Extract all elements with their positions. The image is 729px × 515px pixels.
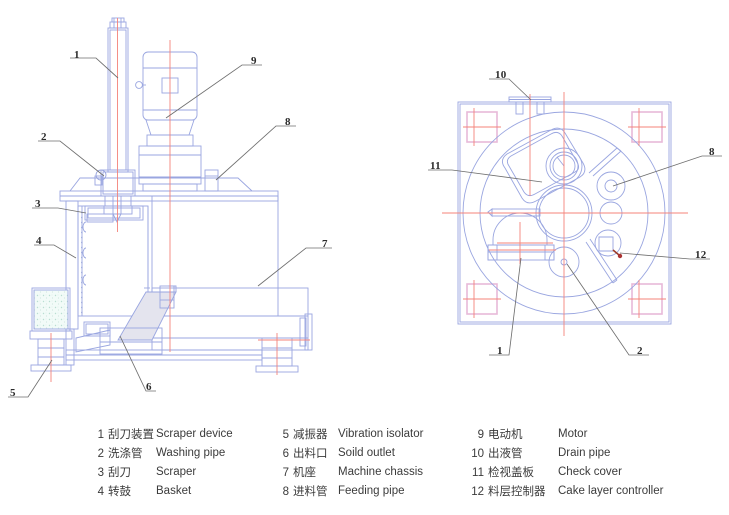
legend-item: 8 进料管 Feeding pipe (273, 482, 405, 501)
legend-label-cn: 减振器 (293, 427, 328, 441)
legend-label-cn: 检视盖板 (488, 465, 534, 479)
callout-5: 5 (10, 387, 16, 399)
legend-number: 11 (472, 467, 484, 479)
legend-label-cn: 料层控制器 (488, 484, 546, 498)
legend-item: 11 检视盖板 Check cover (468, 463, 622, 482)
callout-8: 8 (285, 116, 291, 128)
callout-1-top: 1 (497, 345, 503, 357)
callout-4: 4 (36, 235, 42, 247)
legend-label-en: Drain pipe (558, 447, 611, 459)
callout-9: 9 (251, 55, 257, 67)
callout-12: 12 (695, 249, 707, 261)
side-elevation-view (29, 17, 313, 382)
legend-item: 6 出料口 Soild outlet (273, 444, 395, 463)
legend-col-2: 5 减振器 Vibration isolator 6 出料口 Soild outlet … (273, 425, 424, 501)
leader-lines (8, 57, 722, 398)
legend-label-cn: 机座 (293, 465, 316, 479)
callout-1: 1 (74, 49, 80, 61)
callout-11: 11 (430, 160, 441, 172)
callout-2-top: 2 (637, 345, 643, 357)
legend-item: 2 洗涤管 Washing pipe (88, 444, 226, 463)
callout-7: 7 (322, 238, 328, 250)
plan-top-view (442, 92, 688, 336)
legend-label-cn: 电动机 (488, 427, 523, 441)
callout-3: 3 (35, 198, 41, 210)
legend-label-en: Scraper device (156, 428, 233, 440)
legend-item: 10 出液管 Drain pipe (468, 444, 610, 463)
callout-8-top: 8 (709, 146, 715, 158)
legend-label-cn: 刮刀 (108, 465, 131, 479)
legend-col-1: 1 刮刀装置 Scraper device 2 洗涤管 Washing pipe 3 刮刀… (88, 425, 233, 501)
legend-item: 9 电动机 Motor (468, 425, 588, 444)
legend-number: 2 (97, 448, 104, 460)
legend-label-en: Motor (558, 428, 588, 440)
legend-label-en: Basket (156, 485, 192, 497)
legend-label-cn: 进料管 (293, 484, 328, 498)
legend-item: 3 刮刀 Scraper (88, 463, 197, 482)
legend-item: 4 转鼓 Basket (88, 482, 192, 501)
legend-label-cn: 出料口 (293, 446, 328, 460)
legend-label-en: Vibration isolator (338, 428, 424, 440)
legend-number: 5 (282, 429, 289, 441)
legend-number: 3 (97, 467, 104, 479)
legend-number: 1 (97, 429, 104, 441)
callout-10: 10 (495, 69, 507, 81)
legend-label-en: Feeding pipe (338, 485, 405, 497)
legend-number: 6 (282, 448, 289, 460)
callout-6: 6 (146, 381, 152, 393)
legend-item: 5 减振器 Vibration isolator (273, 425, 424, 444)
legend-number: 7 (282, 467, 289, 479)
legend-label-cn: 出液管 (488, 446, 523, 460)
legend-number: 9 (477, 429, 484, 441)
drawing-canvas: 1 2 3 4 5 6 7 8 9 10 11 8 12 1 2 1 刮刀装置 Sc… (0, 0, 729, 515)
legend-label-en: Scraper (156, 466, 197, 478)
callout-2: 2 (41, 131, 47, 143)
legend-label-en: Cake layer controller (558, 485, 664, 497)
legend-item: 1 刮刀装置 Scraper device (88, 425, 233, 444)
legend-number: 12 (471, 486, 484, 498)
legend-item: 12 料层控制器 Cake layer controller (468, 482, 663, 501)
legend-col-3: 9 电动机 Motor 10 出液管 Drain pipe 11 检视盖板 Check co… (468, 425, 663, 501)
parts-legend: 1 刮刀装置 Scraper device 2 洗涤管 Washing pipe 3 刮刀… (0, 425, 729, 515)
legend-number: 4 (97, 486, 104, 498)
legend-label-en: Soild outlet (338, 447, 395, 459)
legend-label-en: Check cover (558, 466, 622, 478)
legend-number: 10 (471, 448, 484, 460)
legend-number: 8 (282, 486, 289, 498)
legend-item: 7 机座 Machine chassis (273, 463, 423, 482)
legend-label-en: Machine chassis (338, 466, 424, 478)
legend-label-cn: 刮刀装置 (108, 427, 154, 441)
legend-label-en: Washing pipe (156, 447, 226, 459)
legend-label-cn: 转鼓 (108, 484, 131, 498)
legend-label-cn: 洗涤管 (108, 446, 143, 460)
